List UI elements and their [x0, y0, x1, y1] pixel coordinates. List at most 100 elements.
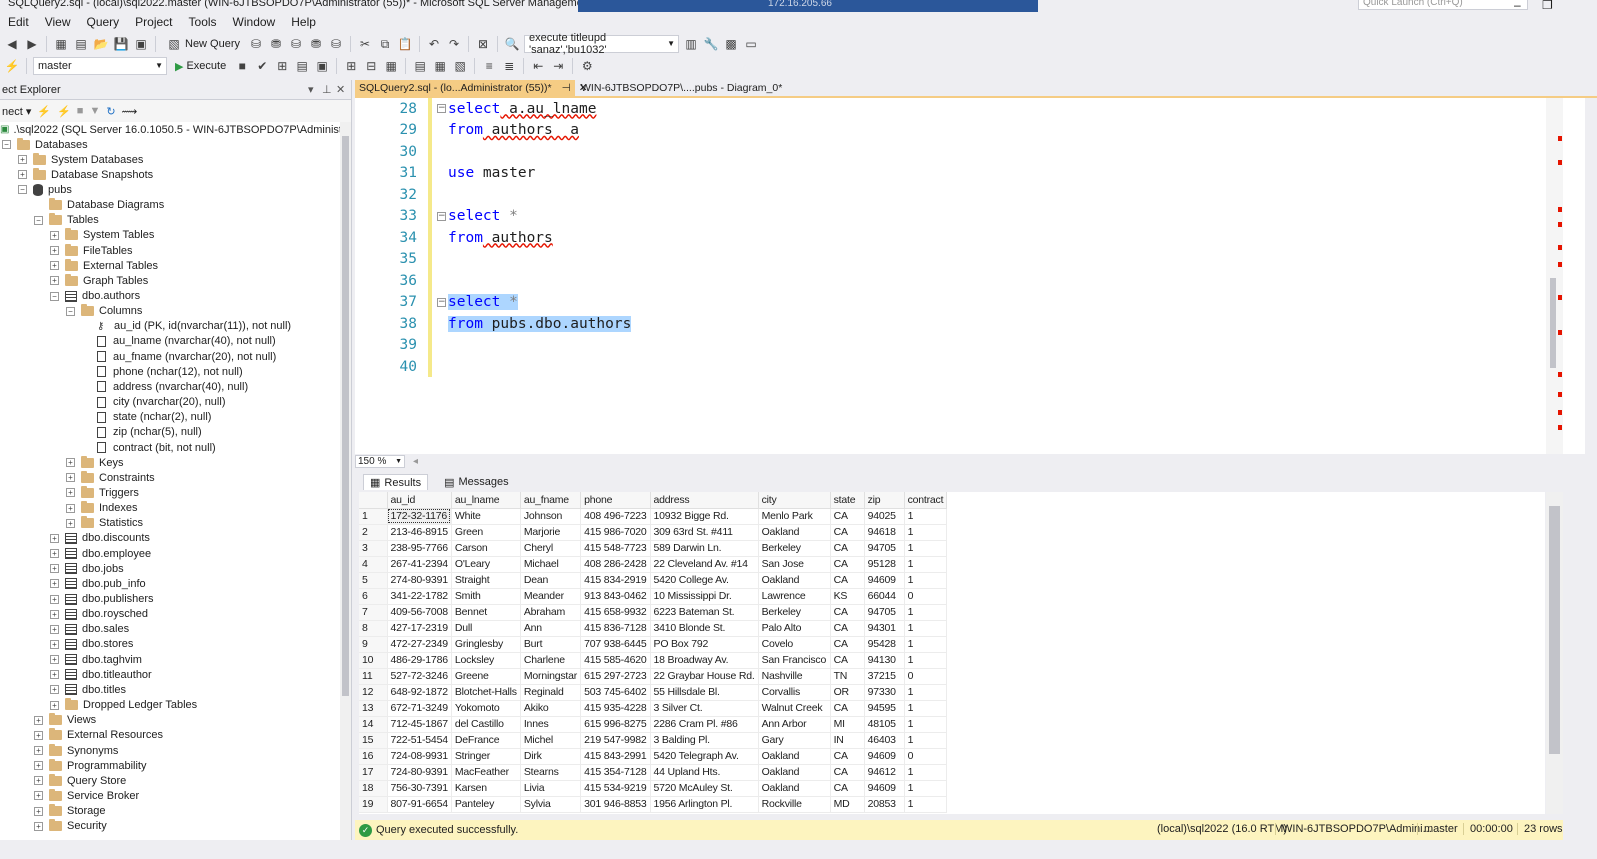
expand-icon[interactable]: + — [50, 594, 59, 604]
error-marker[interactable] — [1558, 392, 1562, 397]
save-all-icon[interactable]: ▣ — [133, 36, 149, 52]
grid-cell[interactable]: 1956 Arlington Pl. — [650, 796, 759, 813]
activity-icon[interactable]: ⟿ — [122, 105, 138, 118]
grid-cell[interactable]: 415 843-2991 — [580, 748, 651, 765]
table-row[interactable]: 6 341-22-1782 Smith Meander 913 843-0462 10 M… — [359, 588, 948, 605]
tree-node-au-id-pk-id-nvarchar-11-not-null[interactable]: ⚷ au_id (PK, id(nvarchar(11)), not null) — [82, 319, 291, 334]
grid-cell[interactable]: CA — [830, 572, 865, 589]
grid-cell[interactable]: 712-45-1867 — [387, 716, 452, 733]
row-number-cell[interactable]: 17 — [359, 764, 388, 781]
expand-icon[interactable]: + — [50, 609, 59, 619]
table-row[interactable]: 19 807-91-6654 Panteley Sylvia 301 946-8853 1… — [359, 796, 948, 813]
tree-node-zip-nchar-5-null[interactable]: zip (nchar(5), null) — [82, 425, 202, 440]
grid-cell[interactable]: 415 585-4620 — [580, 652, 651, 669]
error-marker[interactable] — [1558, 136, 1562, 141]
grid-cell[interactable]: PO Box 792 — [650, 636, 759, 653]
grid-cell[interactable]: 3 Silver Ct. — [650, 700, 759, 717]
collapse-region-icon[interactable]: − — [437, 297, 446, 307]
pin-icon[interactable]: ⊣ — [562, 82, 571, 94]
grid-cell[interactable]: CA — [830, 748, 865, 765]
grid-cell[interactable]: 756-30-7391 — [387, 780, 452, 797]
tree-node-storage[interactable]: + Storage — [34, 804, 106, 819]
menu-item-window[interactable]: Window — [225, 15, 284, 29]
table-row[interactable]: 1 172-32-1176 White Johnson 408 496-7223 1093… — [359, 508, 948, 525]
tree-node-dbo-pub-info[interactable]: + dbo.pub_info — [50, 576, 146, 591]
execute-button[interactable]: ▶ Execute — [171, 60, 230, 73]
expand-icon[interactable]: + — [50, 624, 59, 634]
grid-cell[interactable]: 66044 — [864, 588, 905, 605]
menu-item-help[interactable]: Help — [283, 15, 324, 29]
column-header-au-id[interactable]: au_id — [387, 492, 452, 509]
grid-cell[interactable]: Rockville — [758, 796, 831, 813]
grid-cell[interactable]: Stearns — [520, 764, 582, 781]
grid-cell[interactable]: Dirk — [520, 748, 582, 765]
grid-cell[interactable]: CA — [830, 700, 865, 717]
tree-node-dbo-employee[interactable]: + dbo.employee — [50, 546, 151, 561]
grid-cell[interactable]: 94595 — [864, 700, 905, 717]
table-row[interactable]: 8 427-17-2319 Dull Ann 415 836-7128 3410 Blon… — [359, 620, 948, 637]
tree-node-dbo-stores[interactable]: + dbo.stores — [50, 637, 133, 652]
grid-cell[interactable]: 10 Mississippi Dr. — [650, 588, 759, 605]
grid-cell[interactable]: 1 — [904, 540, 948, 557]
client-stats-icon[interactable]: ▦ — [383, 58, 399, 74]
grid-cell[interactable]: Oakland — [758, 572, 831, 589]
close-icon[interactable]: ✕ — [336, 83, 345, 96]
results-to-file-icon[interactable]: ▧ — [452, 58, 468, 74]
table-row[interactable]: 18 756-30-7391 Karsen Livia 415 534-9219 5720… — [359, 780, 948, 797]
cut-icon[interactable]: ✂ — [357, 36, 373, 52]
grid-cell[interactable]: 94609 — [864, 748, 905, 765]
table-row[interactable]: 2 213-46-8915 Green Marjorie 415 986-7020 309… — [359, 524, 948, 541]
row-number-cell[interactable]: 11 — [359, 668, 388, 685]
grid-cell[interactable]: 1 — [904, 796, 948, 813]
table-row[interactable]: 15 722-51-5454 DeFrance Michel 219 547-9982 3… — [359, 732, 948, 749]
collapse-icon[interactable]: − — [18, 185, 27, 195]
grid-cell[interactable]: 22 Graybar House Rd. — [650, 668, 759, 685]
grid-cell[interactable]: 1 — [904, 636, 948, 653]
grid-cell[interactable]: Berkeley — [758, 604, 831, 621]
query-editor[interactable]: 28 select a.au_lname −29 from authors a 30 31… — [355, 98, 1585, 454]
row-number-cell[interactable]: 6 — [359, 588, 388, 605]
grid-cell[interactable]: 0 — [904, 588, 948, 605]
grid-cell[interactable]: Lawrence — [758, 588, 831, 605]
uncomment-icon[interactable]: ≣ — [501, 58, 517, 74]
expand-icon[interactable]: + — [50, 670, 59, 680]
estimated-plan-icon[interactable]: ⊞ — [274, 58, 290, 74]
open-file-icon[interactable]: 📂 — [93, 36, 109, 52]
row-number-cell[interactable]: 12 — [359, 684, 388, 701]
tree-node-server[interactable]: ▣ .\sql2022 (SQL Server 16.0.1050.5 - WIN… — [0, 122, 340, 137]
grid-cell[interactable]: Green — [451, 524, 521, 541]
code-line[interactable]: 29 from authors a — [355, 120, 579, 141]
tree-node-filetables[interactable]: + FileTables — [50, 243, 133, 258]
dropdown-icon[interactable]: ▾ — [308, 83, 314, 96]
tree-node-databases[interactable]: − Databases — [2, 137, 88, 152]
row-number-cell[interactable]: 14 — [359, 716, 388, 733]
grid-cell[interactable]: 1 — [904, 620, 948, 637]
grid-cell[interactable]: 0 — [904, 668, 948, 685]
grid-cell[interactable]: 0 — [904, 748, 948, 765]
connect-button[interactable]: nect ▾ — [2, 105, 31, 118]
grid-cell[interactable]: 37215 — [864, 668, 905, 685]
grid-cell[interactable]: 1 — [904, 508, 948, 525]
comment-icon[interactable]: ≡ — [481, 58, 497, 74]
tree-node-system-tables[interactable]: + System Tables — [50, 228, 154, 243]
grid-cell[interactable]: 648-92-1872 — [387, 684, 452, 701]
editor-scrollbar[interactable] — [1546, 98, 1563, 454]
grid-cell[interactable]: CA — [830, 524, 865, 541]
expand-icon[interactable]: + — [34, 776, 43, 786]
code-line[interactable]: 35 — [355, 249, 423, 270]
grid-cell[interactable]: 46403 — [864, 732, 905, 749]
expand-icon[interactable]: + — [34, 821, 43, 831]
xmla-query-icon[interactable]: ⛁ — [328, 36, 344, 52]
tree-node-dbo-sales[interactable]: + dbo.sales — [50, 622, 129, 637]
code-line[interactable]: 34 from authors — [355, 227, 553, 248]
grid-cell[interactable]: Carson — [451, 540, 521, 557]
column-header-phone[interactable]: phone — [580, 492, 651, 509]
menu-item-tools[interactable]: Tools — [181, 15, 225, 29]
grid-cell[interactable]: 1 — [904, 684, 948, 701]
grid-cell[interactable]: Oakland — [758, 748, 831, 765]
grid-cell[interactable]: Oakland — [758, 780, 831, 797]
code-line[interactable]: 39 — [355, 335, 423, 356]
row-number-header[interactable] — [359, 492, 388, 509]
grid-cell[interactable]: 94025 — [864, 508, 905, 525]
undo-icon[interactable]: ↶ — [426, 36, 442, 52]
